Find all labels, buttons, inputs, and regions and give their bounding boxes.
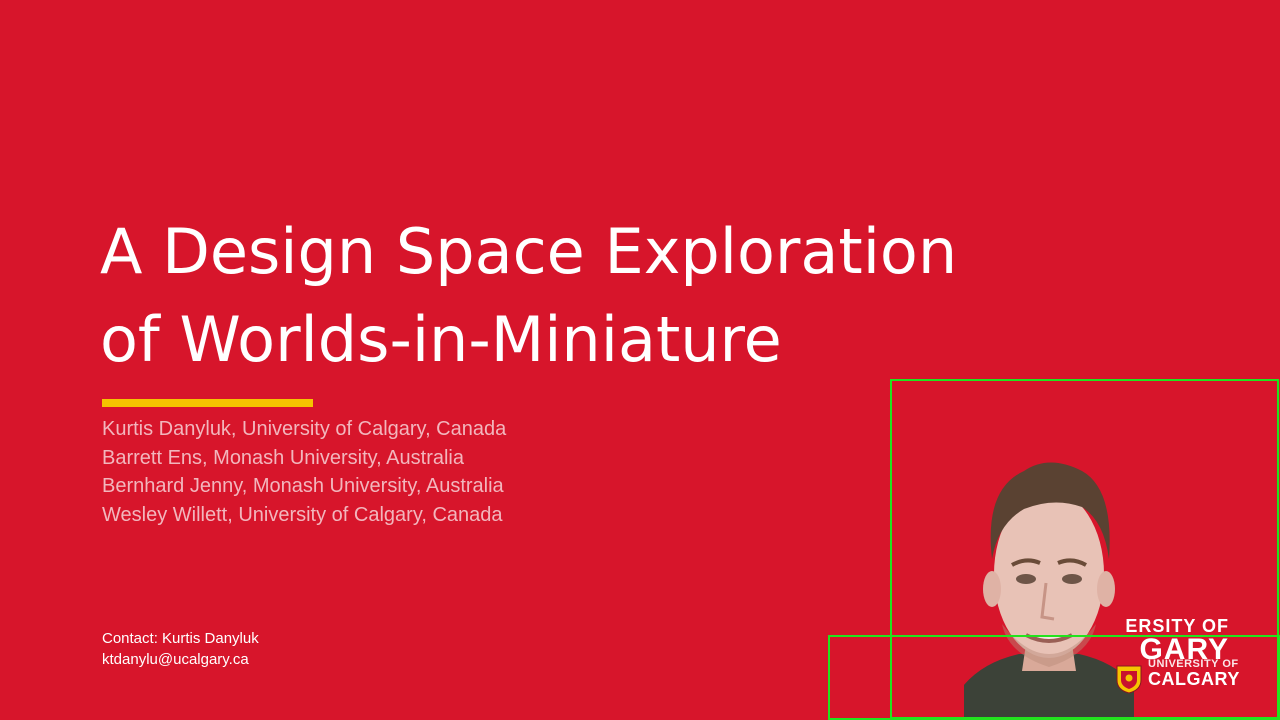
title-underline-accent bbox=[102, 399, 313, 407]
author-item: Bernhard Jenny, Monash University, Austr… bbox=[102, 475, 504, 498]
contact-name: Contact: Kurtis Danyluk bbox=[102, 630, 259, 647]
logo-text-line-1: UNIVERSITY OF bbox=[1148, 658, 1239, 670]
slide-title-line-1: A Design Space Exploration bbox=[100, 215, 958, 288]
presentation-slide: A Design Space Exploration of Worlds-in-… bbox=[0, 0, 1280, 720]
university-crest-icon bbox=[1116, 665, 1142, 694]
slide-title-line-2: of Worlds-in-Miniature bbox=[100, 303, 782, 376]
author-item: Wesley Willett, University of Calgary, C… bbox=[102, 504, 503, 527]
logo-text-line-2: CALGARY bbox=[1148, 669, 1240, 689]
contact-block: Contact: Kurtis Danyluk ktdanylu@ucalgar… bbox=[102, 628, 259, 670]
author-list: Kurtis Danyluk, University of Calgary, C… bbox=[102, 415, 506, 530]
university-logo-text: UNIVERSITY OF CALGARY bbox=[1148, 658, 1240, 689]
author-item: Kurtis Danyluk, University of Calgary, C… bbox=[102, 418, 507, 440]
slide-title: A Design Space Exploration of Worlds-in-… bbox=[100, 208, 1100, 384]
author-item: Barrett Ens, Monash University, Australi… bbox=[102, 446, 464, 469]
university-logo: UNIVERSITY OF CALGARY bbox=[1116, 656, 1256, 696]
contact-email: ktdanylu@ucalgary.ca bbox=[102, 651, 249, 668]
